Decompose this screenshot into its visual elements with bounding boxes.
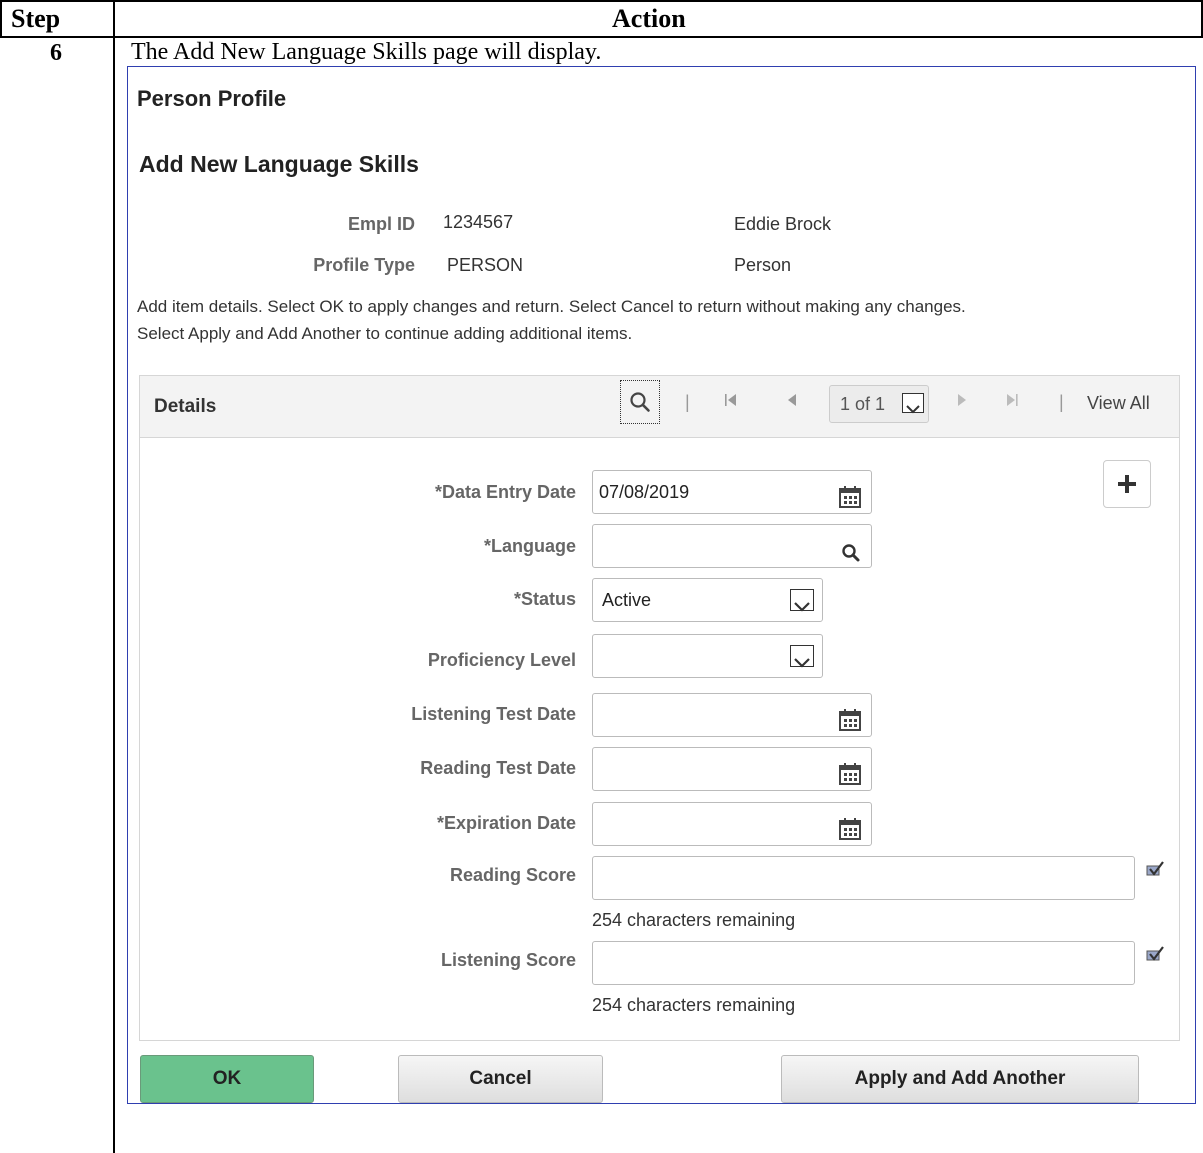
- instructions-line-1: Add item details. Select OK to apply cha…: [137, 297, 966, 316]
- step-instruction: The Add New Language Skills page will di…: [131, 39, 602, 65]
- reading-test-date-field[interactable]: [592, 747, 872, 791]
- nav-separator-2: |: [1059, 392, 1064, 412]
- proficiency-level-select[interactable]: [592, 634, 823, 678]
- details-header: Details | 1 of 1 | View All: [140, 376, 1179, 438]
- next-page-icon[interactable]: [955, 392, 969, 413]
- details-panel: Details | 1 of 1 | View All *Data Entry …: [139, 375, 1180, 1041]
- app-screenshot: Person Profile Add New Language Skills E…: [127, 66, 1196, 1104]
- calendar-icon[interactable]: [839, 704, 861, 746]
- profile-type-desc: Person: [734, 255, 792, 275]
- last-page-icon[interactable]: [1004, 392, 1020, 413]
- spellcheck-icon[interactable]: [1145, 860, 1165, 883]
- reading-score-label: Reading Score: [449, 865, 576, 885]
- chevron-down-icon[interactable]: [790, 645, 814, 668]
- ok-button[interactable]: OK: [140, 1055, 314, 1103]
- spellcheck-icon[interactable]: [1145, 945, 1165, 968]
- instructions-line-2: Select Apply and Add Another to continue…: [137, 324, 633, 343]
- status-value: Active: [602, 590, 652, 610]
- listening-test-date-label: Listening Test Date: [411, 704, 576, 724]
- data-entry-date-field[interactable]: 07/08/2019: [592, 470, 872, 514]
- page-indicator: 1 of 1: [840, 394, 886, 414]
- profile-type-label: Profile Type: [313, 255, 415, 275]
- proficiency-level-label: Proficiency Level: [427, 650, 576, 670]
- employee-name: Eddie Brock: [734, 214, 832, 234]
- listening-score-label: Listening Score: [440, 950, 576, 970]
- calendar-icon[interactable]: [839, 481, 861, 523]
- header-action: Action: [612, 4, 686, 33]
- chevron-down-icon[interactable]: [790, 589, 814, 612]
- page-title: Person Profile: [137, 86, 287, 111]
- table-header-divider: [0, 36, 1203, 38]
- add-row-button[interactable]: [1103, 460, 1151, 508]
- listening-test-date-field[interactable]: [592, 693, 872, 737]
- view-all-link[interactable]: View All: [1087, 393, 1150, 414]
- data-entry-date-label: *Data Entry Date: [434, 482, 576, 502]
- reading-score-remaining: 254 characters remaining: [592, 910, 796, 930]
- empl-id-label: Empl ID: [347, 214, 415, 234]
- expiration-date-field[interactable]: [592, 802, 872, 846]
- search-icon[interactable]: [620, 380, 660, 424]
- status-label: *Status: [513, 589, 576, 609]
- language-field[interactable]: [592, 524, 872, 568]
- empl-id-value: 1234567: [443, 212, 514, 232]
- apply-and-add-another-button[interactable]: Apply and Add Another: [781, 1055, 1139, 1103]
- page-selector[interactable]: 1 of 1: [829, 385, 929, 423]
- calendar-icon[interactable]: [839, 758, 861, 800]
- reading-test-date-label: Reading Test Date: [420, 758, 576, 778]
- details-title: Details: [154, 396, 217, 417]
- language-label: *Language: [483, 536, 576, 556]
- table-border-left: [0, 0, 2, 36]
- first-page-icon[interactable]: [723, 392, 739, 413]
- step-number: 6: [50, 40, 62, 66]
- reading-score-field[interactable]: [592, 856, 1135, 900]
- calendar-icon[interactable]: [839, 813, 861, 855]
- search-icon[interactable]: [841, 536, 861, 578]
- table-column-divider: [113, 0, 115, 1153]
- listening-score-field[interactable]: [592, 941, 1135, 985]
- cancel-button[interactable]: Cancel: [398, 1055, 603, 1103]
- plus-icon: [1118, 475, 1136, 493]
- status-select[interactable]: Active: [592, 578, 823, 622]
- chevron-down-icon[interactable]: [902, 393, 924, 414]
- header-step: Step: [11, 4, 61, 33]
- profile-type-value: PERSON: [447, 255, 524, 275]
- nav-separator: |: [685, 392, 690, 412]
- table-border-top: [0, 0, 1203, 2]
- instructions: Add item details. Select OK to apply cha…: [137, 293, 1177, 347]
- prev-page-icon[interactable]: [785, 392, 799, 413]
- listening-score-remaining: 254 characters remaining: [592, 995, 796, 1015]
- page-subtitle: Add New Language Skills: [139, 151, 419, 177]
- expiration-date-label: *Expiration Date: [436, 813, 576, 833]
- data-entry-date-value: 07/08/2019: [599, 482, 690, 502]
